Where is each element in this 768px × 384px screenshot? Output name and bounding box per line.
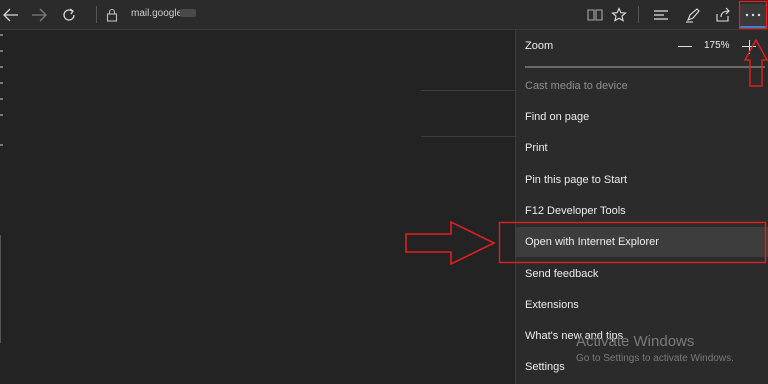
menu-item-label: Print [525, 142, 548, 154]
web-note-icon[interactable] [682, 4, 704, 26]
menu-item-label: Open with Internet Explorer [525, 236, 659, 248]
menu-item-label: Settings [525, 361, 565, 373]
menu-item-label: Extensions [525, 299, 579, 311]
menu-separator [525, 66, 765, 68]
menu-item-label: Send feedback [525, 268, 599, 280]
zoom-out-button[interactable] [678, 46, 692, 47]
menu-item-label: Find on page [525, 111, 590, 123]
edge-tick [0, 66, 3, 68]
left-edge-markers [0, 34, 3, 154]
forward-icon[interactable] [28, 4, 50, 26]
toolbar-divider [638, 6, 639, 23]
activate-windows-subtitle: Go to Settings to activate Windows. [576, 353, 734, 364]
menu-item-print[interactable]: Print [516, 133, 768, 163]
zoom-label: Zoom [525, 40, 554, 52]
reading-view-icon[interactable] [584, 4, 606, 26]
menu-item-open-with-ie[interactable]: Open with Internet Explorer [516, 227, 768, 257]
page-content [0, 30, 515, 384]
lock-icon [101, 4, 123, 26]
share-icon[interactable] [712, 4, 734, 26]
zoom-row: Zoom 175% [516, 30, 768, 63]
page-edge-line [0, 235, 1, 343]
menu-item-label: F12 Developer Tools [525, 205, 626, 217]
edge-tick [0, 98, 3, 100]
menu-item-pin-to-start[interactable]: Pin this page to Start [516, 165, 768, 195]
edge-tick [0, 34, 3, 36]
zoom-value: 175% [704, 40, 730, 51]
zoom-in-button[interactable] [742, 40, 756, 54]
edge-tick [0, 114, 3, 116]
edge-tick [0, 82, 3, 84]
favorite-star-icon[interactable] [608, 4, 630, 26]
toolbar-divider [96, 6, 97, 23]
menu-item-label: Cast media to device [525, 80, 628, 92]
address-bar[interactable]: mail.google [131, 8, 182, 19]
menu-item-label: Pin this page to Start [525, 174, 628, 186]
hub-icon[interactable] [650, 4, 672, 26]
menu-item-f12-dev-tools[interactable]: F12 Developer Tools [516, 196, 768, 226]
edge-tick [0, 50, 3, 52]
page-divider [421, 136, 515, 137]
edge-tick [0, 144, 3, 146]
more-menu: Zoom 175% Cast media to device Find on p… [515, 30, 768, 384]
menu-item-send-feedback[interactable]: Send feedback [516, 259, 768, 289]
more-icon[interactable] [740, 4, 766, 28]
menu-item-find-on-page[interactable]: Find on page [516, 102, 768, 132]
menu-item-extensions[interactable]: Extensions [516, 290, 768, 320]
page-divider [421, 90, 515, 91]
activate-windows-title: Activate Windows [576, 333, 695, 350]
browser-toolbar: mail.google [0, 0, 768, 30]
address-redaction [180, 9, 196, 17]
back-icon[interactable] [0, 4, 22, 26]
refresh-icon[interactable] [58, 4, 80, 26]
menu-item-cast-media: Cast media to device [516, 71, 768, 101]
